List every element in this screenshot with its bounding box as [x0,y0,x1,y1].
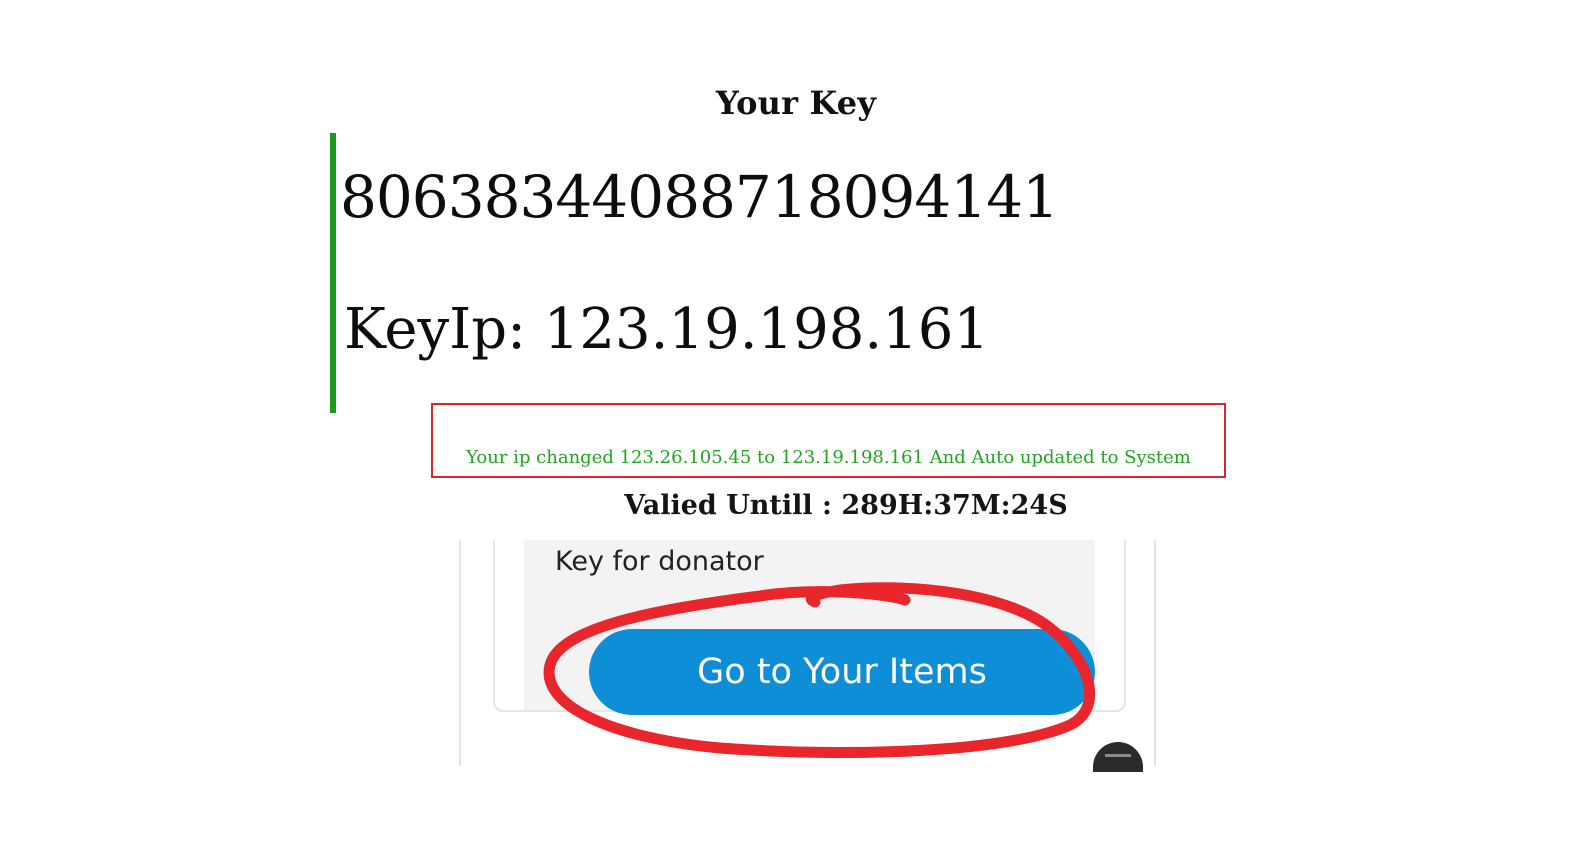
embedded-screenshot-panel: Key for donator Go to Your Items [459,540,1156,772]
ip-change-notice: Your ip changed 123.26.105.45 to 123.19.… [431,403,1226,478]
key-ip-line: KeyIp: 123.19.198.161 [344,297,990,362]
page-title: Your Key [715,84,877,122]
donator-card: Key for donator Go to Your Items [493,540,1126,715]
donator-card-label: Key for donator [555,546,764,577]
menu-icon[interactable] [1093,742,1143,772]
go-to-your-items-button[interactable]: Go to Your Items [589,629,1095,715]
key-block: 80638344088718094141 KeyIp: 123.19.198.1… [330,133,1059,413]
key-value: 80638344088718094141 [340,163,1059,231]
ip-change-message: Your ip changed 123.26.105.45 to 123.19.… [466,447,1191,468]
valid-until-text: Valied Untill : 289H:37M:24S [624,490,1068,521]
